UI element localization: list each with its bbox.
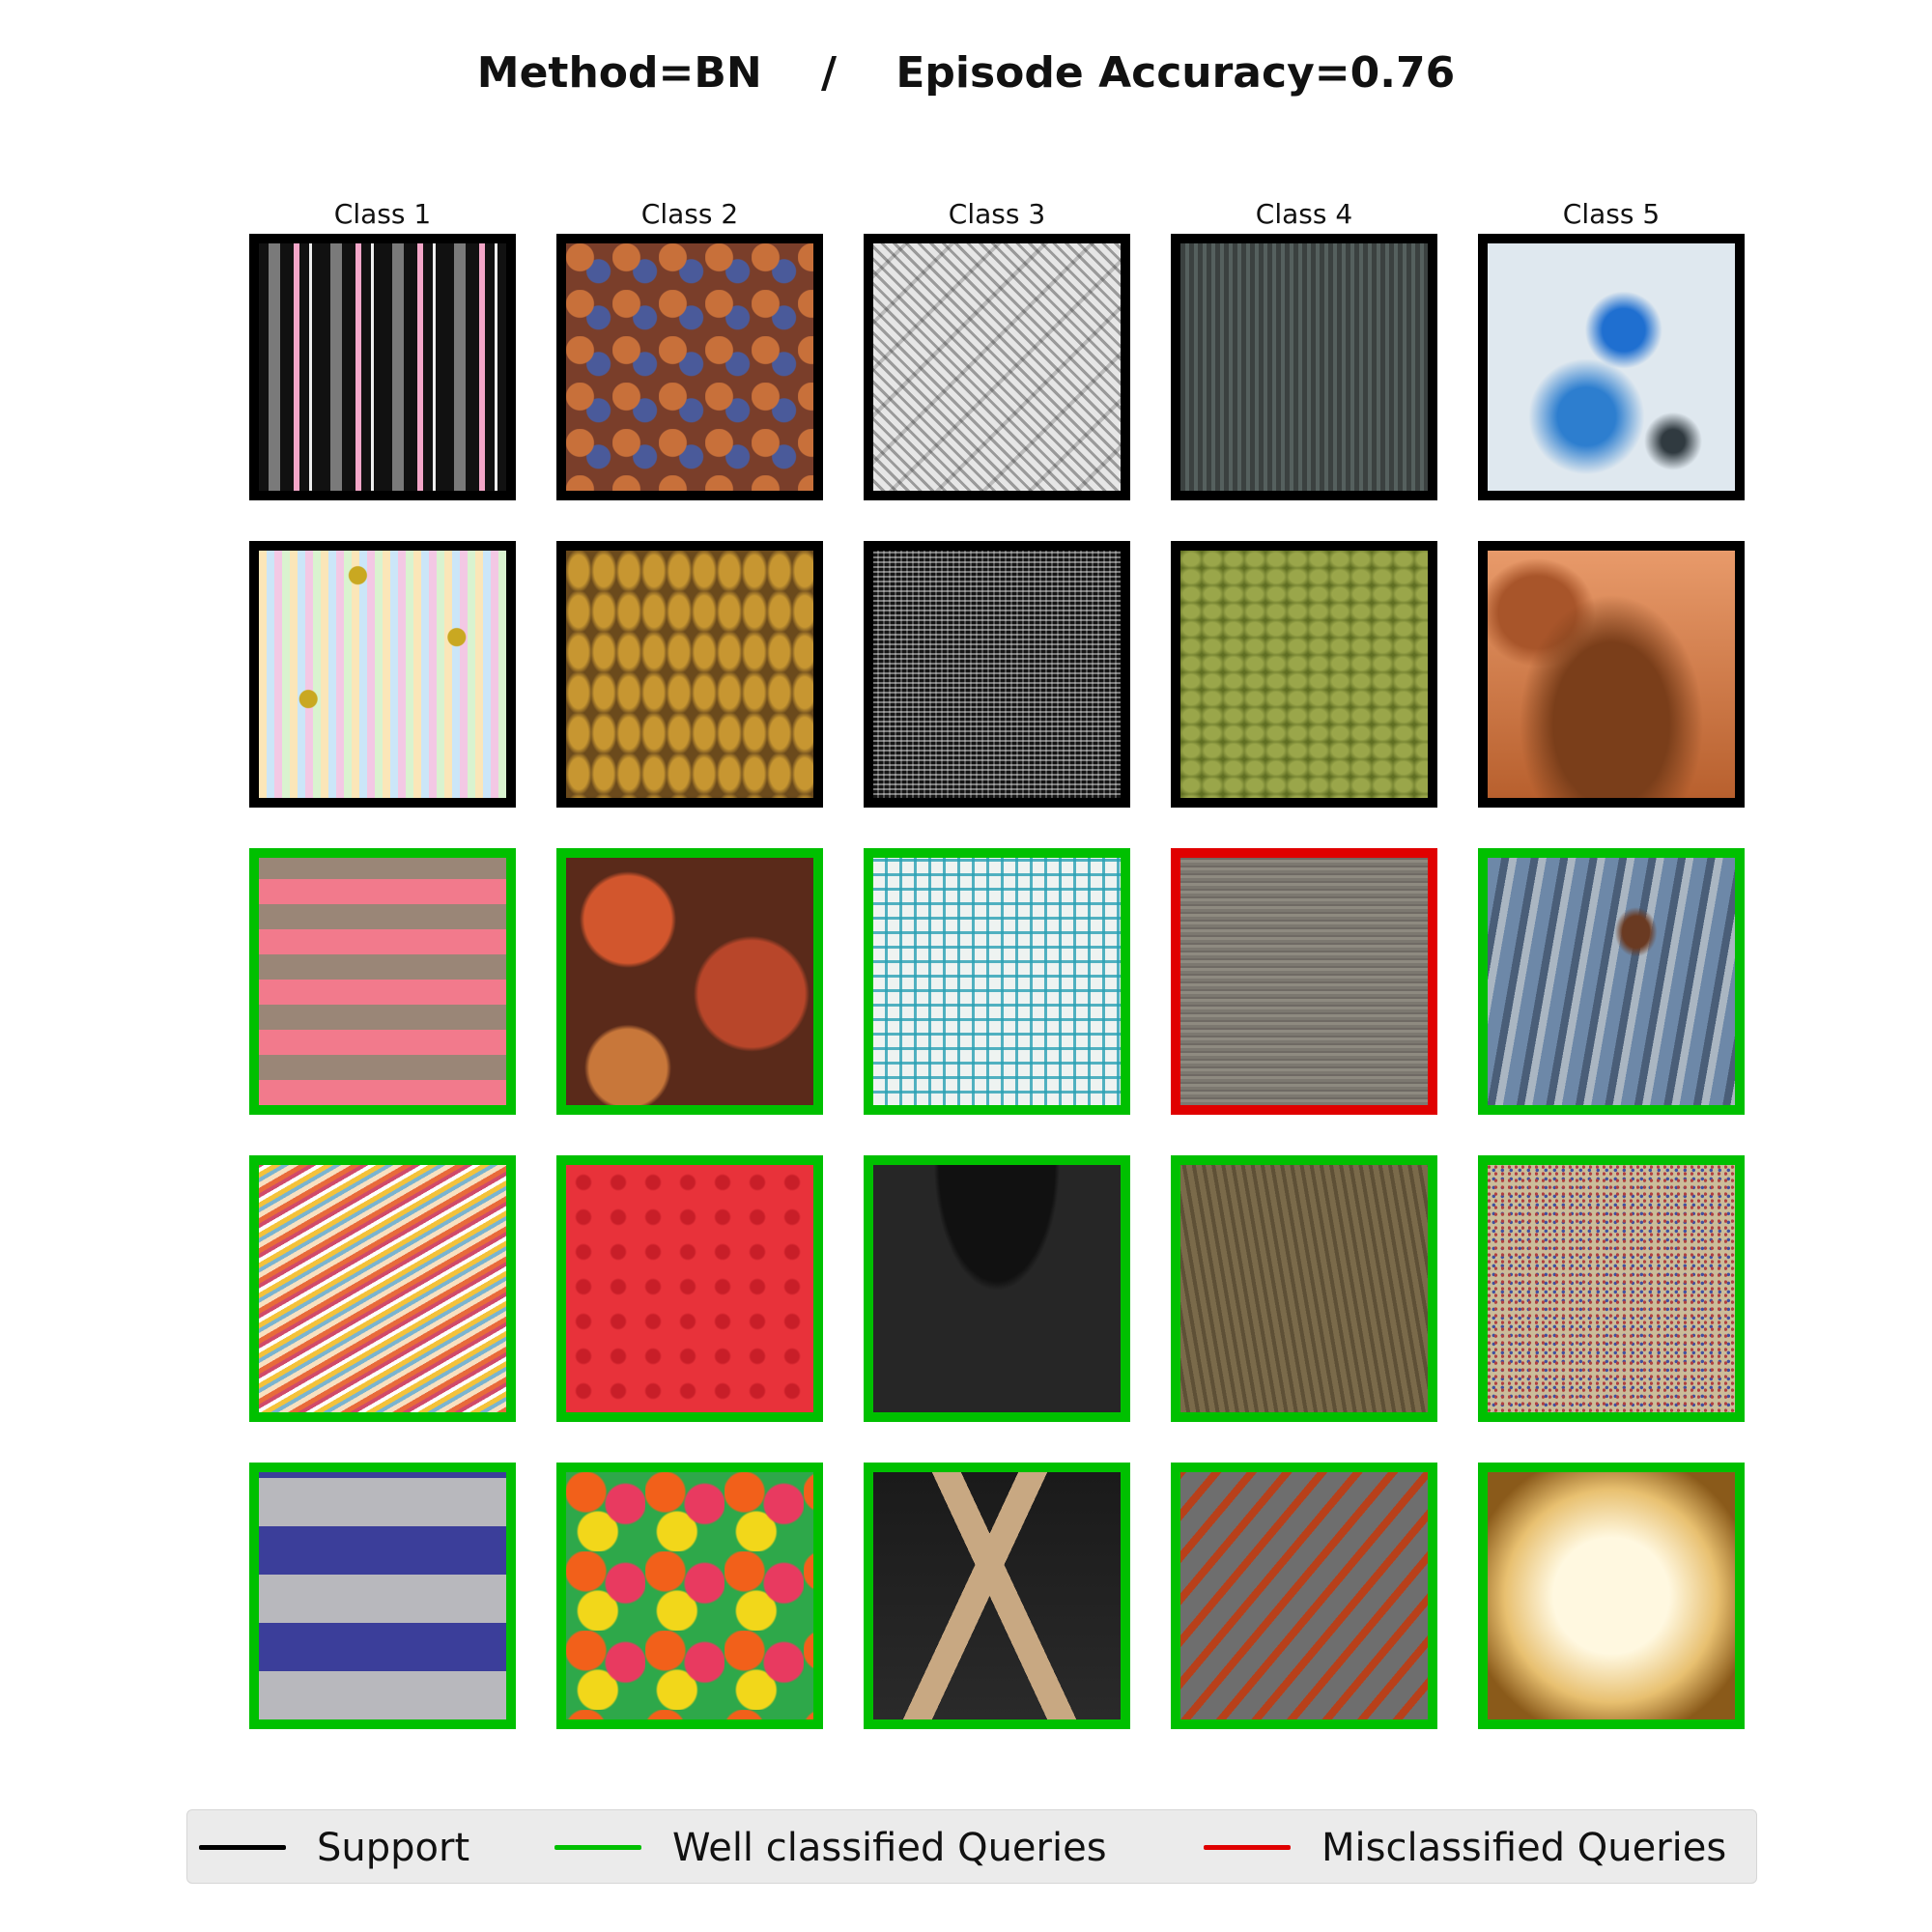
title-method: Method=BN [476,48,762,98]
legend-label: Misclassified Queries [1321,1825,1727,1870]
tile-r2-c4 [1171,541,1437,808]
tile-r2-c2 [556,541,823,808]
legend-item-mis: Misclassified Queries [1204,1810,1726,1885]
legend-label: Support [317,1825,470,1870]
tile-r3-c3 [864,848,1130,1115]
tile-r1-c3 [864,234,1130,500]
tile-r3-c4 [1171,848,1437,1115]
tile-r2-c1 [249,541,516,808]
chart-title: Method=BN / Episode Accuracy=0.76 [0,48,1932,98]
tile-r5-c4 [1171,1463,1437,1729]
tile-r5-c5 [1478,1463,1745,1729]
tile-r4-c5 [1478,1155,1745,1422]
legend-swatch-support [199,1845,286,1850]
tile-r4-c4 [1171,1155,1437,1422]
tile-r5-c3 [864,1463,1130,1729]
column-label-5: Class 5 [1562,198,1661,230]
tile-r4-c1 [249,1155,516,1422]
title-separator: / [821,48,838,98]
column-label-3: Class 3 [948,198,1046,230]
legend-swatch-well [554,1845,641,1850]
column-label-1: Class 1 [333,198,432,230]
legend-label: Well classified Queries [672,1825,1107,1870]
tile-r3-c5 [1478,848,1745,1115]
tile-r4-c2 [556,1155,823,1422]
tile-r2-c3 [864,541,1130,808]
legend-item-support: Support [199,1810,469,1885]
tile-r1-c4 [1171,234,1437,500]
legend: Support Well classified Queries Misclass… [186,1809,1757,1884]
tile-r1-c2 [556,234,823,500]
title-accuracy: Episode Accuracy=0.76 [895,48,1456,98]
legend-item-well: Well classified Queries [554,1810,1107,1885]
column-label-4: Class 4 [1255,198,1353,230]
tile-r3-c2 [556,848,823,1115]
tile-r1-c5 [1478,234,1745,500]
tile-r1-c1 [249,234,516,500]
tile-r4-c3 [864,1155,1130,1422]
tile-r5-c1 [249,1463,516,1729]
tile-r3-c1 [249,848,516,1115]
tile-r5-c2 [556,1463,823,1729]
column-label-2: Class 2 [640,198,739,230]
legend-swatch-mis [1204,1845,1291,1850]
tile-r2-c5 [1478,541,1745,808]
